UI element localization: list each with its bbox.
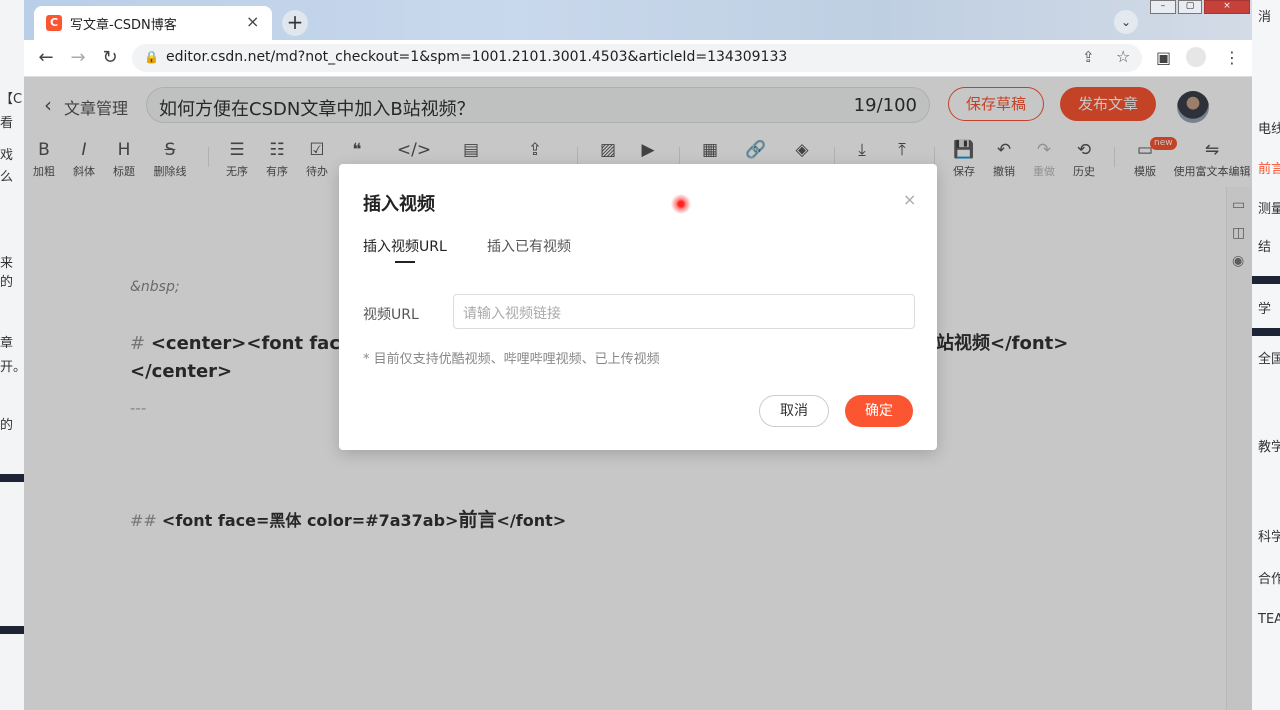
video-url-placeholder: 请输入视频链接 xyxy=(463,306,561,322)
tab-close-icon[interactable]: × xyxy=(246,12,259,31)
reload-icon[interactable]: ↻ xyxy=(98,46,122,70)
right-fragment: 电线 xyxy=(1258,122,1280,137)
left-fragment: 【C xyxy=(0,92,23,107)
right-fragment: 学 xyxy=(1258,302,1272,317)
divider xyxy=(1252,276,1280,284)
background-window-right: 消 电线 前言 测量 结 学 全国 教学 科学 合作 TEA xyxy=(1252,0,1280,710)
tab-insert-video-url[interactable]: 插入视频URL xyxy=(363,236,447,256)
tab-strip: C 写文章-CSDN博客 × + ⌄ – ▢ × xyxy=(24,0,1252,40)
cancel-button[interactable]: 取消 xyxy=(759,395,829,427)
side-panel-icon[interactable]: ▣ xyxy=(1156,48,1171,67)
tab-insert-existing-video[interactable]: 插入已有视频 xyxy=(487,236,571,256)
url-omnibox[interactable]: 🔒 editor.csdn.net/md?not_checkout=1&spm=… xyxy=(132,44,1142,72)
back-arrow-icon[interactable]: ← xyxy=(34,46,58,70)
background-window-left: 【C 看 戏 么 来的 章 开。 的 xyxy=(0,0,24,710)
support-note: * 目前仅支持优酷视频、哔哩哔哩视频、已上传视频 xyxy=(363,352,660,367)
profile-icon[interactable] xyxy=(1186,47,1206,67)
csdn-favicon-icon: C xyxy=(46,15,62,31)
left-fragment: 么 xyxy=(0,170,14,185)
right-fragment: 教学 xyxy=(1258,440,1280,455)
tab-active[interactable]: C 写文章-CSDN博客 × xyxy=(34,6,272,40)
right-fragment: 消 xyxy=(1258,10,1272,25)
video-url-input[interactable]: 请输入视频链接 xyxy=(453,294,915,329)
dialog-title: 插入视频 xyxy=(363,194,435,215)
left-fragment: 来的 xyxy=(0,256,14,290)
divider xyxy=(1252,328,1280,336)
menu-kebab-icon[interactable]: ⋮ xyxy=(1224,48,1240,67)
insert-video-dialog: 插入视频 × 插入视频URL 插入已有视频 视频URL 请输入视频链接 * 目前… xyxy=(339,164,937,450)
address-bar: ← → ↻ 🔒 editor.csdn.net/md?not_checkout=… xyxy=(24,40,1252,77)
lock-icon[interactable]: 🔒 xyxy=(144,50,159,64)
left-fragment: 看 xyxy=(0,116,14,131)
browser-window: C 写文章-CSDN博客 × + ⌄ – ▢ × ← → ↻ 🔒 editor.… xyxy=(24,0,1252,710)
left-fragment: 戏 xyxy=(0,148,14,163)
mouse-cursor-highlight xyxy=(671,194,691,214)
right-fragment: TEA xyxy=(1258,612,1280,627)
left-fragment: 开。 xyxy=(0,360,24,375)
left-fragment: 章 xyxy=(0,336,14,351)
maximize-icon[interactable]: ▢ xyxy=(1178,0,1202,14)
forward-arrow-icon[interactable]: → xyxy=(66,46,90,70)
right-fragment: 全国 xyxy=(1258,352,1280,367)
video-url-label: 视频URL xyxy=(363,307,419,323)
url-text: editor.csdn.net/md?not_checkout=1&spm=10… xyxy=(166,49,788,65)
tab-title: 写文章-CSDN博客 xyxy=(70,18,177,33)
active-tab-indicator xyxy=(395,261,415,263)
right-fragment: 测量 xyxy=(1258,202,1280,217)
bookmark-star-icon[interactable]: ☆ xyxy=(1116,47,1130,66)
divider xyxy=(0,474,24,482)
new-tab-button[interactable]: + xyxy=(282,10,308,36)
close-icon[interactable]: × xyxy=(903,190,916,209)
confirm-button[interactable]: 确定 xyxy=(845,395,913,427)
divider xyxy=(0,626,24,634)
tab-search-chevron-icon[interactable]: ⌄ xyxy=(1114,10,1138,34)
window-controls: – ▢ × xyxy=(1150,0,1250,14)
right-fragment: 科学 xyxy=(1258,530,1280,545)
left-fragment: 的 xyxy=(0,418,14,433)
right-fragment: 合作 xyxy=(1258,572,1280,587)
minimize-icon[interactable]: – xyxy=(1150,0,1176,14)
share-icon[interactable]: ⇪ xyxy=(1082,48,1095,66)
right-fragment: 前言 xyxy=(1258,162,1280,177)
window-close-icon[interactable]: × xyxy=(1204,0,1250,14)
right-fragment: 结 xyxy=(1258,240,1272,255)
